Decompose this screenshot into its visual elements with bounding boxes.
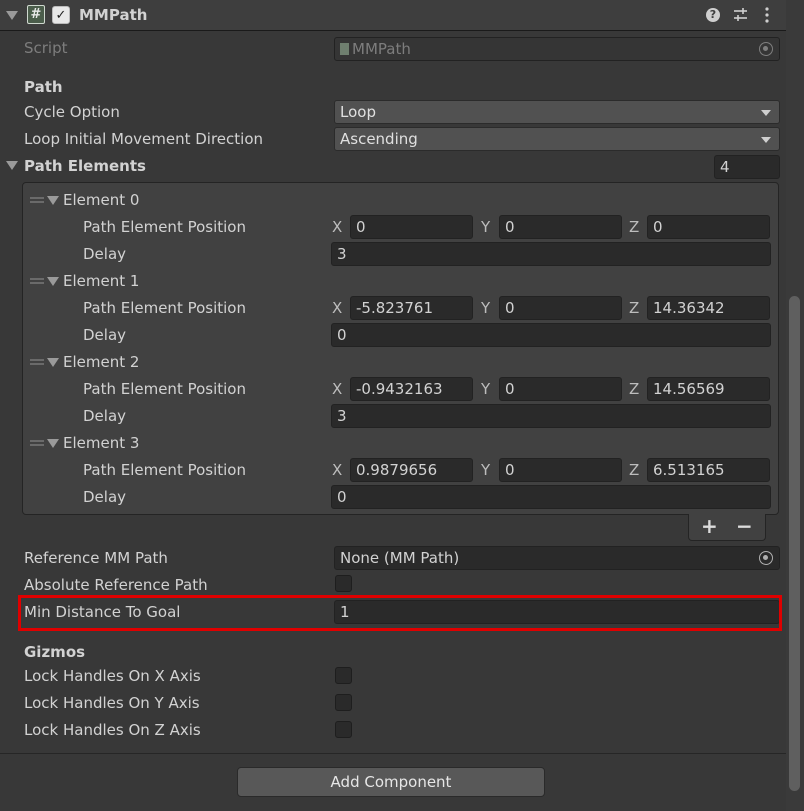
element-1-position-label: Path Element Position	[83, 299, 246, 317]
chevron-down-icon	[761, 110, 771, 116]
element-2-delay-label: Delay	[83, 407, 127, 425]
element-foldout-icon[interactable]	[47, 277, 59, 286]
object-picker-icon[interactable]	[759, 551, 773, 565]
add-element-button[interactable]: +	[701, 514, 718, 538]
element-3-delay-field[interactable]: 0	[331, 485, 771, 509]
lock-z-checkbox[interactable]	[335, 721, 352, 738]
element-3-position-label: Path Element Position	[83, 461, 246, 479]
element-2-name[interactable]: Element 2	[63, 353, 139, 371]
axis-y-label: Y	[481, 299, 491, 317]
path-elements-label[interactable]: Path Elements	[24, 157, 146, 175]
loop-direction-value: Ascending	[340, 130, 418, 148]
element-3-z-field[interactable]: 6.513165	[647, 458, 770, 482]
cycle-option-value: Loop	[340, 103, 376, 121]
absolute-reference-checkbox[interactable]	[335, 575, 352, 592]
chevron-down-icon	[761, 137, 771, 143]
drag-handle-icon[interactable]	[30, 278, 44, 284]
lock-y-label: Lock Handles On Y Axis	[24, 694, 200, 712]
element-0-name[interactable]: Element 0	[63, 191, 139, 209]
axis-x-label: X	[332, 299, 343, 317]
axis-z-label: Z	[629, 461, 640, 479]
script-field-value: MMPath	[352, 40, 411, 58]
lock-y-checkbox[interactable]	[335, 694, 352, 711]
component-foldout-icon[interactable]	[6, 11, 18, 20]
hash-script-icon: #	[27, 5, 45, 24]
element-3-name[interactable]: Element 3	[63, 434, 139, 452]
script-label: Script	[24, 39, 68, 57]
element-1-delay-field[interactable]: 0	[331, 323, 771, 347]
path-elements-foldout-icon[interactable]	[6, 161, 18, 170]
drag-handle-icon[interactable]	[30, 359, 44, 365]
element-1-name[interactable]: Element 1	[63, 272, 139, 290]
reference-path-value: None (MM Path)	[340, 549, 460, 567]
scrollbar-thumb[interactable]	[789, 296, 800, 791]
element-2-y-field[interactable]: 0	[499, 377, 622, 401]
element-3-y-field[interactable]: 0	[499, 458, 622, 482]
script-field[interactable]: MMPath	[334, 37, 780, 61]
remove-element-button[interactable]: −	[736, 514, 753, 538]
element-2-z-field[interactable]: 14.56569	[647, 377, 770, 401]
axis-x-label: X	[332, 218, 343, 236]
element-3-x-field[interactable]: 0.9879656	[350, 458, 473, 482]
element-0-delay-label: Delay	[83, 245, 127, 263]
loop-direction-dropdown[interactable]: Ascending	[334, 127, 780, 151]
element-2-delay-field[interactable]: 3	[331, 404, 771, 428]
element-1-delay-label: Delay	[83, 326, 127, 344]
cycle-option-dropdown[interactable]: Loop	[334, 100, 780, 124]
absolute-reference-label: Absolute Reference Path	[24, 576, 208, 594]
gizmos-heading: Gizmos	[24, 643, 86, 661]
path-heading: Path	[24, 78, 63, 96]
axis-x-label: X	[332, 380, 343, 398]
axis-z-label: Z	[629, 218, 640, 236]
axis-z-label: Z	[629, 299, 640, 317]
axis-x-label: X	[332, 461, 343, 479]
element-2-position-label: Path Element Position	[83, 380, 246, 398]
lock-x-label: Lock Handles On X Axis	[24, 667, 201, 685]
element-foldout-icon[interactable]	[47, 358, 59, 367]
element-foldout-icon[interactable]	[47, 439, 59, 448]
lock-z-label: Lock Handles On Z Axis	[24, 721, 201, 739]
list-footer	[688, 514, 766, 541]
script-file-icon	[340, 43, 349, 55]
drag-handle-icon[interactable]	[30, 197, 44, 203]
element-0-z-field[interactable]: 0	[647, 215, 770, 239]
component-enabled-checkbox[interactable]: ✓	[52, 6, 70, 24]
element-3-delay-label: Delay	[83, 488, 127, 506]
axis-y-label: Y	[481, 461, 491, 479]
component-title: MMPath	[79, 6, 148, 24]
element-2-x-field[interactable]: -0.9432163	[350, 377, 473, 401]
divider	[0, 753, 786, 754]
element-foldout-icon[interactable]	[47, 196, 59, 205]
lock-x-checkbox[interactable]	[335, 667, 352, 684]
reference-path-label: Reference MM Path	[24, 549, 168, 567]
loop-direction-label: Loop Initial Movement Direction	[24, 130, 263, 148]
element-0-x-field[interactable]: 0	[350, 215, 473, 239]
axis-z-label: Z	[629, 380, 640, 398]
presets-icon[interactable]	[733, 7, 748, 22]
path-elements-count[interactable]: 4	[714, 155, 780, 179]
element-0-position-label: Path Element Position	[83, 218, 246, 236]
highlight-box	[18, 595, 782, 631]
element-1-y-field[interactable]: 0	[499, 296, 622, 320]
help-icon[interactable]: ?	[706, 8, 720, 22]
element-1-z-field[interactable]: 14.36342	[647, 296, 770, 320]
axis-y-label: Y	[481, 380, 491, 398]
element-1-x-field[interactable]: -5.823761	[350, 296, 473, 320]
element-0-y-field[interactable]: 0	[499, 215, 622, 239]
add-component-button[interactable]: Add Component	[237, 767, 545, 797]
drag-handle-icon[interactable]	[30, 440, 44, 446]
reference-path-field[interactable]: None (MM Path)	[334, 546, 780, 570]
object-picker-icon[interactable]	[759, 42, 773, 56]
cycle-option-label: Cycle Option	[24, 103, 120, 121]
element-0-delay-field[interactable]: 3	[331, 242, 771, 266]
kebab-menu-icon[interactable]	[763, 7, 771, 23]
axis-y-label: Y	[481, 218, 491, 236]
